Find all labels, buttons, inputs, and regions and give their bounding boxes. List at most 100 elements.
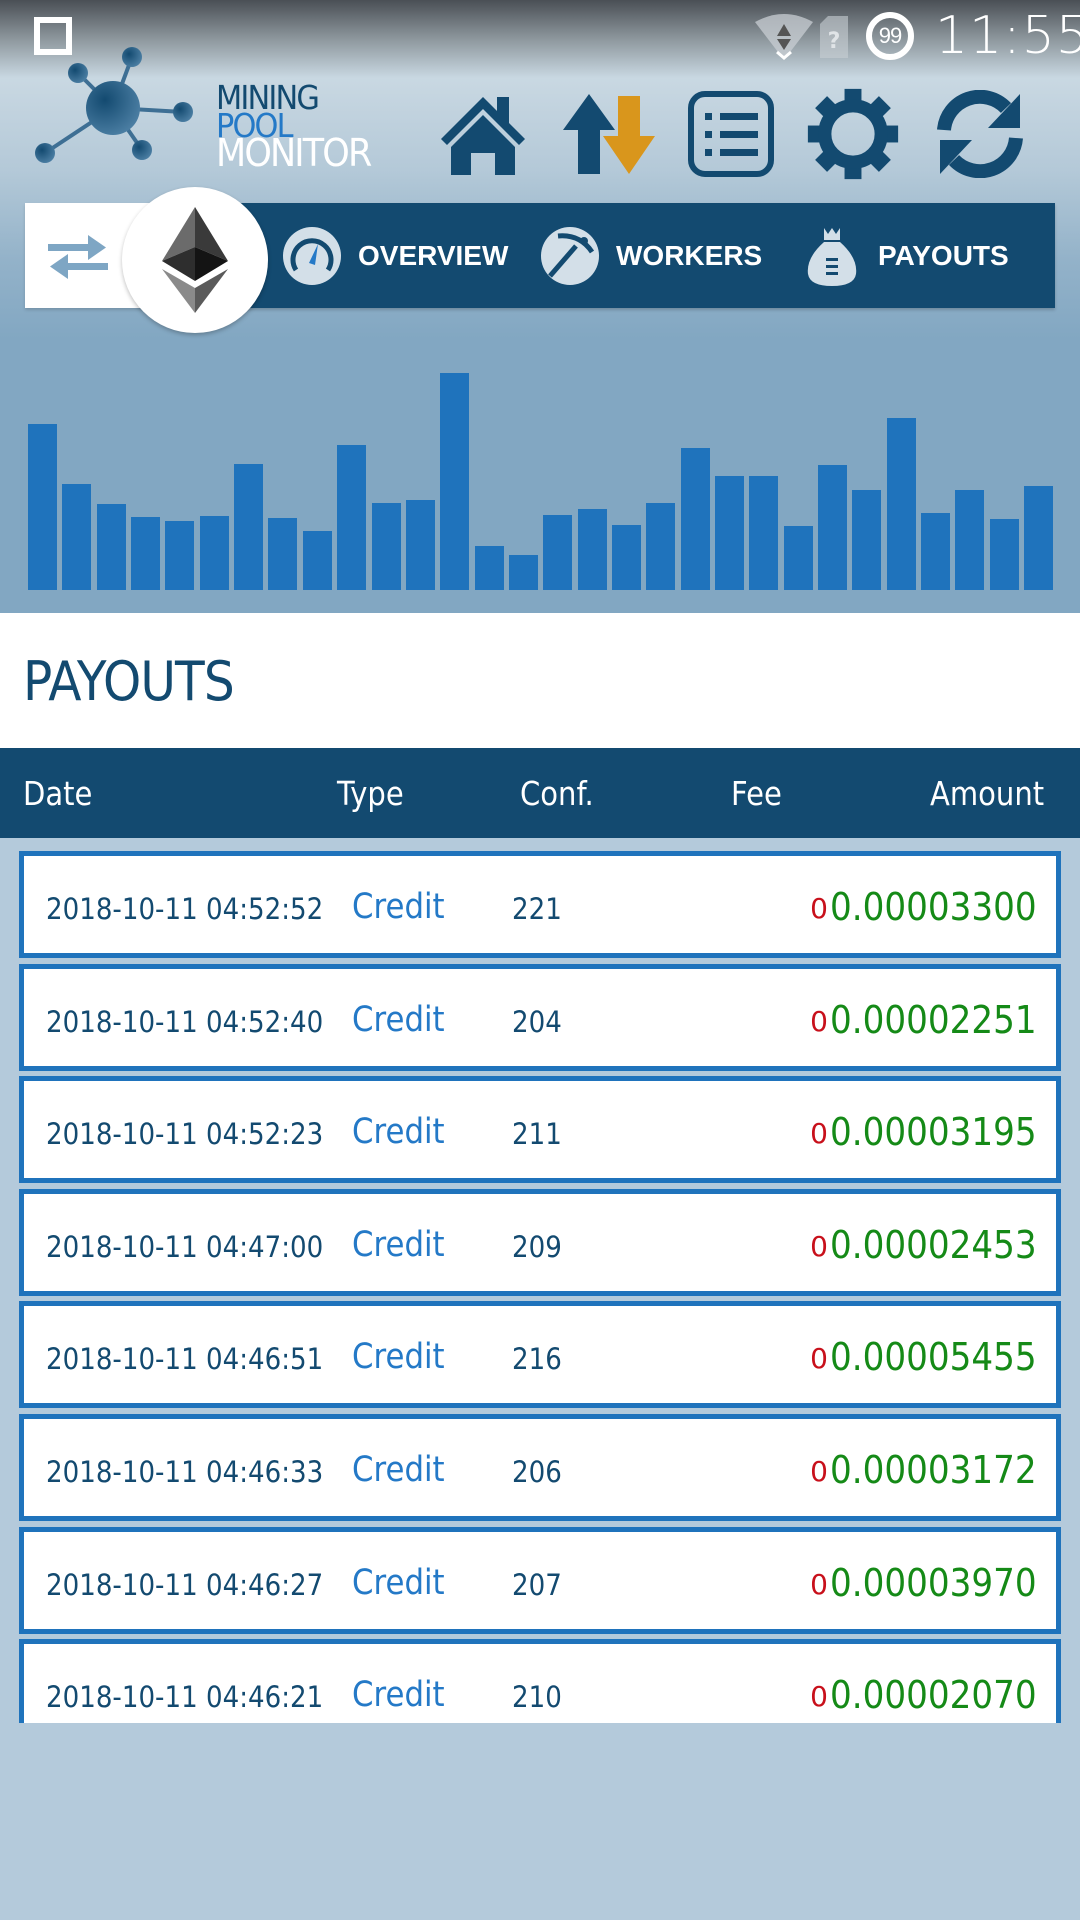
payout-fee: 0 <box>810 1005 828 1038</box>
home-button[interactable] <box>434 88 532 180</box>
payout-confirmations: 210 <box>512 1680 562 1714</box>
payout-fee: 0 <box>810 1680 828 1713</box>
payout-type: Credit <box>352 1000 445 1040</box>
payout-type: Credit <box>352 1675 445 1715</box>
nav-label-payouts: PAYOUTS <box>878 240 1009 271</box>
payout-date: 2018-10-11 04:46:51 <box>46 1342 324 1376</box>
payout-confirmations: 221 <box>512 892 562 926</box>
table-row[interactable]: 2018-10-11 04:46:33 Credit 206 0 0.00003172 <box>19 1414 1061 1521</box>
payout-date: 2018-10-11 04:46:21 <box>46 1680 324 1714</box>
payout-amount: 0.00002070 <box>830 1673 1037 1717</box>
chart-bar <box>131 517 160 590</box>
payout-date: 2018-10-11 04:52:52 <box>46 892 324 926</box>
chart-bar <box>28 424 57 590</box>
nav-item-workers[interactable]: WORKERS <box>540 223 762 289</box>
chart-bar <box>612 525 641 590</box>
list-button[interactable] <box>686 88 776 180</box>
ethereum-icon <box>162 207 228 313</box>
svg-text:?: ? <box>828 29 841 54</box>
table-row[interactable]: 2018-10-11 04:52:52 Credit 221 0 0.00003300 <box>19 851 1061 958</box>
nav-label-overview: OVERVIEW <box>358 240 509 271</box>
wifi-icon <box>755 14 813 60</box>
payout-type: Credit <box>352 1337 445 1377</box>
chart-bar <box>887 418 916 590</box>
payout-fee: 0 <box>810 1455 828 1488</box>
table-row[interactable]: 2018-10-11 04:47:00 Credit 209 0 0.00002453 <box>19 1189 1061 1296</box>
status-time: 11:55 <box>935 6 1080 66</box>
battery-level: 99 <box>878 23 903 48</box>
chart-bar <box>1024 486 1053 590</box>
payout-confirmations: 204 <box>512 1005 562 1039</box>
table-row[interactable]: 2018-10-11 04:46:27 Credit 207 0 0.00003970 <box>19 1527 1061 1634</box>
refresh-icon <box>937 90 1023 178</box>
payout-type: Credit <box>352 1563 445 1603</box>
page-title: PAYOUTS <box>23 650 235 713</box>
money-bag-icon <box>807 228 857 286</box>
speedometer-icon <box>283 227 341 285</box>
gear-icon <box>807 88 899 180</box>
chart-bar <box>921 513 950 590</box>
swap-arrows-icon[interactable] <box>48 235 108 279</box>
payout-amount: 0.00002251 <box>830 998 1037 1042</box>
column-header-date: Date <box>23 774 93 813</box>
payout-type: Credit <box>352 1225 445 1265</box>
battery-icon: 99 <box>866 12 914 60</box>
home-icon <box>441 97 525 175</box>
chart-bar <box>749 476 778 590</box>
payout-fee: 0 <box>810 1342 828 1375</box>
payout-confirmations: 216 <box>512 1342 562 1376</box>
chart-bar <box>784 526 813 590</box>
chart-bar <box>97 504 126 590</box>
payout-date: 2018-10-11 04:52:23 <box>46 1117 324 1151</box>
nav-item-payouts[interactable]: PAYOUTS <box>802 223 1009 289</box>
payout-date: 2018-10-11 04:46:33 <box>46 1455 324 1489</box>
chart-bar <box>303 531 332 590</box>
pickaxe-icon <box>541 227 599 285</box>
column-header-amount: Amount <box>930 774 1045 813</box>
payout-fee: 0 <box>810 892 828 925</box>
chart-bar <box>406 500 435 590</box>
payout-date: 2018-10-11 04:46:27 <box>46 1568 324 1602</box>
payout-amount: 0.00002453 <box>830 1223 1037 1267</box>
payout-confirmations: 207 <box>512 1568 562 1602</box>
settings-button[interactable] <box>804 88 902 180</box>
table-header: Date Type Conf. Fee Amount <box>0 748 1080 838</box>
column-header-fee: Fee <box>731 774 782 813</box>
payout-amount: 0.00003970 <box>830 1561 1037 1605</box>
payout-amount: 0.00003195 <box>830 1110 1037 1154</box>
chart-bar <box>62 484 91 590</box>
table-row[interactable]: 2018-10-11 04:52:23 Credit 211 0 0.00003195 <box>19 1076 1061 1183</box>
nav-item-overview[interactable]: OVERVIEW <box>282 223 508 289</box>
app-logo-text: MINING POOL MONITOR <box>216 81 400 172</box>
list-icon <box>688 91 774 177</box>
refresh-button[interactable] <box>934 88 1026 180</box>
column-header-type: Type <box>337 774 404 813</box>
payout-confirmations: 206 <box>512 1455 562 1489</box>
chart-bar <box>681 448 710 590</box>
payout-date: 2018-10-11 04:47:00 <box>46 1230 324 1264</box>
payout-confirmations: 209 <box>512 1230 562 1264</box>
table-row[interactable]: 2018-10-11 04:46:21 Credit 210 0 0.00002070 <box>19 1639 1061 1723</box>
chart-bar <box>372 503 401 590</box>
payouts-list[interactable]: 2018-10-11 04:52:52 Credit 221 0 0.00003300 2… <box>19 851 1061 1723</box>
payout-fee: 0 <box>810 1568 828 1601</box>
table-row[interactable]: 2018-10-11 04:46:51 Credit 216 0 0.00005455 <box>19 1301 1061 1408</box>
payout-type: Credit <box>352 1450 445 1490</box>
payout-amount: 0.00005455 <box>830 1335 1037 1379</box>
table-row[interactable]: 2018-10-11 04:52:40 Credit 204 0 0.00002251 <box>19 964 1061 1071</box>
chart-bar <box>165 521 194 590</box>
payout-fee: 0 <box>810 1230 828 1263</box>
chart-bar <box>234 464 263 590</box>
chart-bar <box>337 445 366 590</box>
chart-bar <box>543 515 572 590</box>
chart-bar <box>440 373 469 590</box>
chart-bar <box>475 546 504 590</box>
transfer-button[interactable] <box>560 88 658 180</box>
chart-bar <box>715 476 744 590</box>
chart-bar <box>852 490 881 590</box>
payout-type: Credit <box>352 1112 445 1152</box>
payout-amount: 0.00003172 <box>830 1448 1037 1492</box>
payout-amount: 0.00003300 <box>830 885 1037 929</box>
coin-selector[interactable] <box>122 187 268 333</box>
up-down-arrows-icon <box>563 94 655 174</box>
